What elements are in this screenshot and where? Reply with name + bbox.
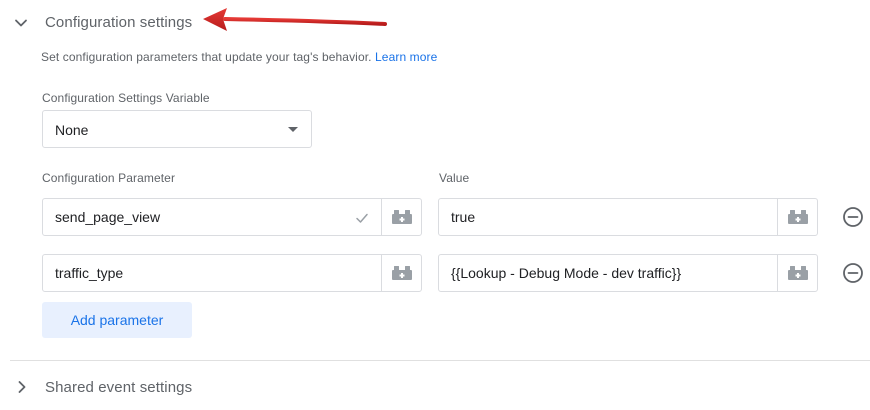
check-icon [356,213,368,223]
variable-picker-icon [788,210,808,224]
section-divider [10,360,870,361]
config-settings-title: Configuration settings [45,14,193,31]
value-field-row-2[interactable] [438,254,818,292]
value-field-row-1[interactable] [438,198,818,236]
chevron-down-icon[interactable] [14,16,28,30]
config-description: Set configuration parameters that update… [41,50,437,64]
shared-event-settings-header[interactable]: Shared event settings [0,366,870,410]
remove-circle-icon[interactable] [842,262,864,284]
settings-variable-label: Configuration Settings Variable [42,91,210,105]
parameter-input-row-1[interactable] [43,199,343,235]
caret-down-icon [288,127,298,132]
variable-picker-button-value-2[interactable] [777,255,817,291]
chevron-right-icon[interactable] [15,380,29,394]
value-column-label: Value [439,171,470,185]
parameter-field-row-1[interactable] [42,198,422,236]
settings-variable-select[interactable]: None [42,110,312,148]
variable-picker-icon [392,210,412,224]
shared-event-settings-title: Shared event settings [45,379,193,396]
variable-picker-button-value-1[interactable] [777,199,817,235]
parameter-input-row-2[interactable] [43,255,373,291]
variable-picker-button-param-1[interactable] [381,199,421,235]
settings-variable-value: None [55,122,89,138]
parameter-field-row-2[interactable] [42,254,422,292]
add-parameter-button[interactable]: Add parameter [42,302,192,338]
value-input-row-1[interactable] [439,199,769,235]
variable-picker-icon [392,266,412,280]
red-arrow-annotation [203,8,387,31]
parameter-column-label: Configuration Parameter [42,171,176,185]
learn-more-link[interactable]: Learn more [375,50,437,64]
variable-picker-button-param-2[interactable] [381,255,421,291]
value-input-row-2[interactable] [439,255,769,291]
variable-picker-icon [788,266,808,280]
config-description-text: Set configuration parameters that update… [41,50,372,64]
remove-circle-icon[interactable] [842,206,864,228]
config-settings-header[interactable]: Configuration settings [0,0,870,48]
